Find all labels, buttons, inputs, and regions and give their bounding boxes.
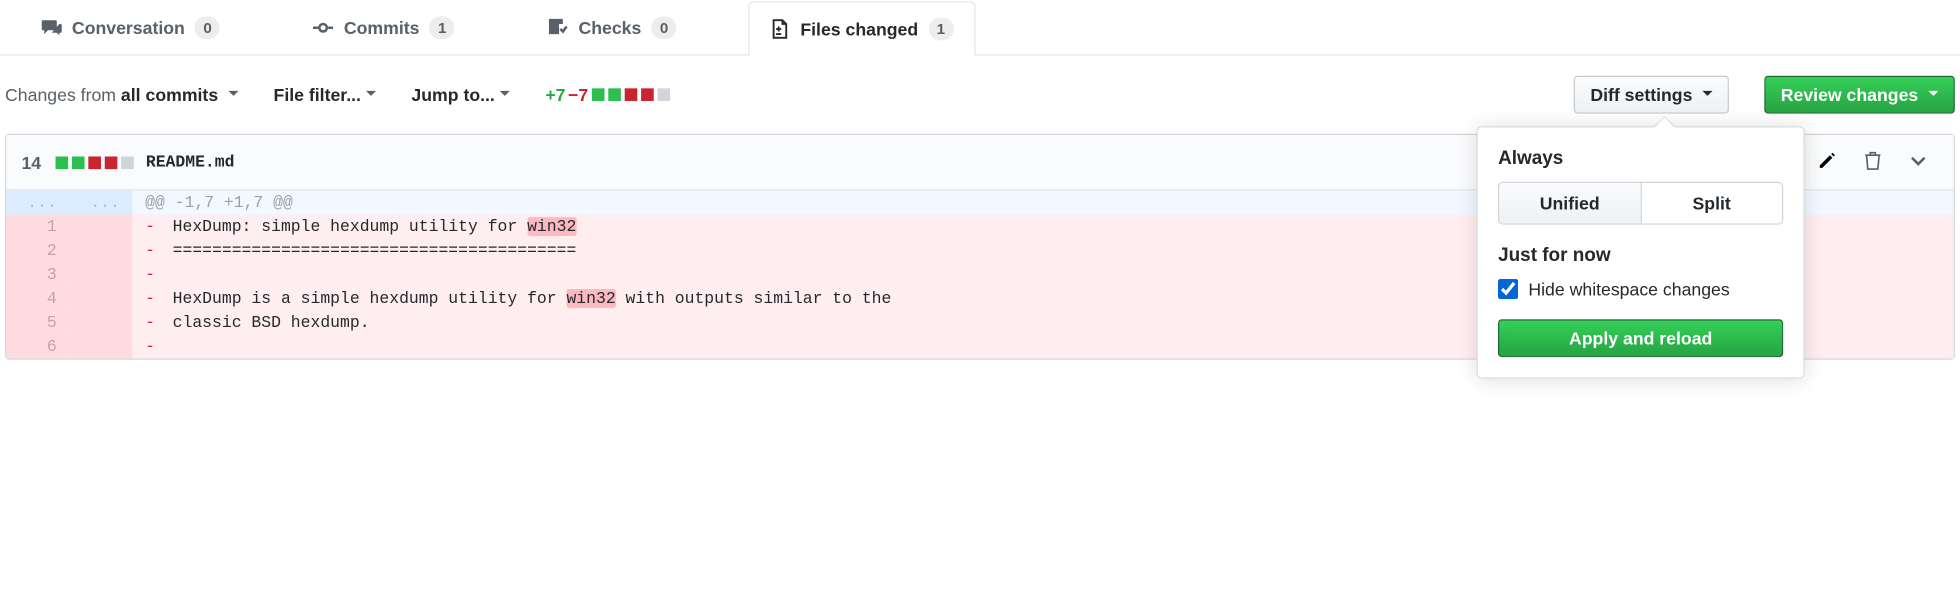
- collapse-file-button[interactable]: [1898, 145, 1938, 179]
- add-count: +7: [545, 85, 565, 105]
- checklist-icon: [548, 18, 568, 38]
- review-changes-button[interactable]: Review changes: [1764, 76, 1954, 114]
- line-num-left[interactable]: 5: [6, 310, 69, 334]
- line-num-left[interactable]: ...: [6, 191, 69, 215]
- file-diffstat-blocks: [54, 156, 134, 169]
- count-badge: 0: [195, 16, 220, 39]
- comment-discussion-icon: [42, 18, 62, 38]
- line-num-right[interactable]: [69, 286, 132, 310]
- delete-file-button[interactable]: [1853, 145, 1893, 179]
- diff-settings-button[interactable]: Diff settings: [1574, 76, 1729, 114]
- tab-commits[interactable]: Commits 1: [292, 0, 476, 54]
- diffstat-block: [625, 88, 638, 101]
- file-diffstat-num: 14: [21, 152, 41, 172]
- edit-file-button[interactable]: [1807, 145, 1847, 179]
- tab-label: Conversation: [72, 18, 185, 38]
- trash-icon: [1863, 150, 1883, 170]
- popover-heading-now: Just for now: [1498, 245, 1783, 266]
- del-count: −7: [568, 85, 588, 105]
- chevron-down-icon: [1908, 150, 1928, 170]
- changes-from-dropdown[interactable]: Changes from all commits: [5, 85, 238, 105]
- line-num-left[interactable]: 3: [6, 262, 69, 286]
- diffstat-block: [592, 88, 605, 101]
- diffstat-block: [608, 88, 621, 101]
- diffstat-summary: +7 −7: [545, 85, 670, 105]
- git-commit-icon: [314, 18, 334, 38]
- line-num-right[interactable]: [69, 262, 132, 286]
- line-num-left[interactable]: 6: [6, 334, 69, 358]
- file-filter-dropdown[interactable]: File filter...: [274, 85, 377, 105]
- jump-to-dropdown[interactable]: Jump to...: [411, 85, 510, 105]
- pencil-icon: [1817, 150, 1837, 170]
- view-mode-segmented: Unified Split: [1498, 182, 1783, 225]
- line-num-right[interactable]: [69, 334, 132, 358]
- file-diff-icon: [770, 19, 790, 39]
- count-badge: 1: [430, 16, 455, 39]
- hide-whitespace-row[interactable]: Hide whitespace changes: [1498, 279, 1783, 299]
- count-badge: 0: [651, 16, 676, 39]
- hide-whitespace-label: Hide whitespace changes: [1528, 279, 1729, 299]
- line-num-right[interactable]: [69, 239, 132, 263]
- diffstat-block: [641, 88, 654, 101]
- pr-tabnav: Conversation 0 Commits 1 Checks 0 Files …: [0, 0, 1960, 56]
- apply-reload-button[interactable]: Apply and reload: [1498, 319, 1783, 357]
- tab-label: Checks: [578, 18, 641, 38]
- unified-view-button[interactable]: Unified: [1499, 183, 1640, 223]
- line-num-right[interactable]: ...: [69, 191, 132, 215]
- tab-label: Files changed: [800, 19, 918, 39]
- file-name[interactable]: README.md: [146, 153, 235, 172]
- line-num-right[interactable]: [69, 215, 132, 239]
- popover-heading-always: Always: [1498, 148, 1783, 169]
- line-num-left[interactable]: 1: [6, 215, 69, 239]
- diff-settings-popover: Always Unified Split Just for now Hide w…: [1477, 126, 1805, 378]
- tab-label: Commits: [344, 18, 420, 38]
- line-num-right[interactable]: [69, 310, 132, 334]
- line-num-left[interactable]: 4: [6, 286, 69, 310]
- line-num-left[interactable]: 2: [6, 239, 69, 263]
- tab-files-changed[interactable]: Files changed 1: [749, 1, 975, 55]
- tab-conversation[interactable]: Conversation 0: [20, 0, 241, 54]
- diffstat-block: [658, 88, 671, 101]
- diff-toolbar: Changes from all commits File filter... …: [0, 56, 1960, 134]
- split-view-button[interactable]: Split: [1640, 183, 1782, 223]
- hide-whitespace-checkbox[interactable]: [1498, 279, 1518, 299]
- count-badge: 1: [928, 18, 953, 41]
- tab-checks[interactable]: Checks 0: [527, 0, 698, 54]
